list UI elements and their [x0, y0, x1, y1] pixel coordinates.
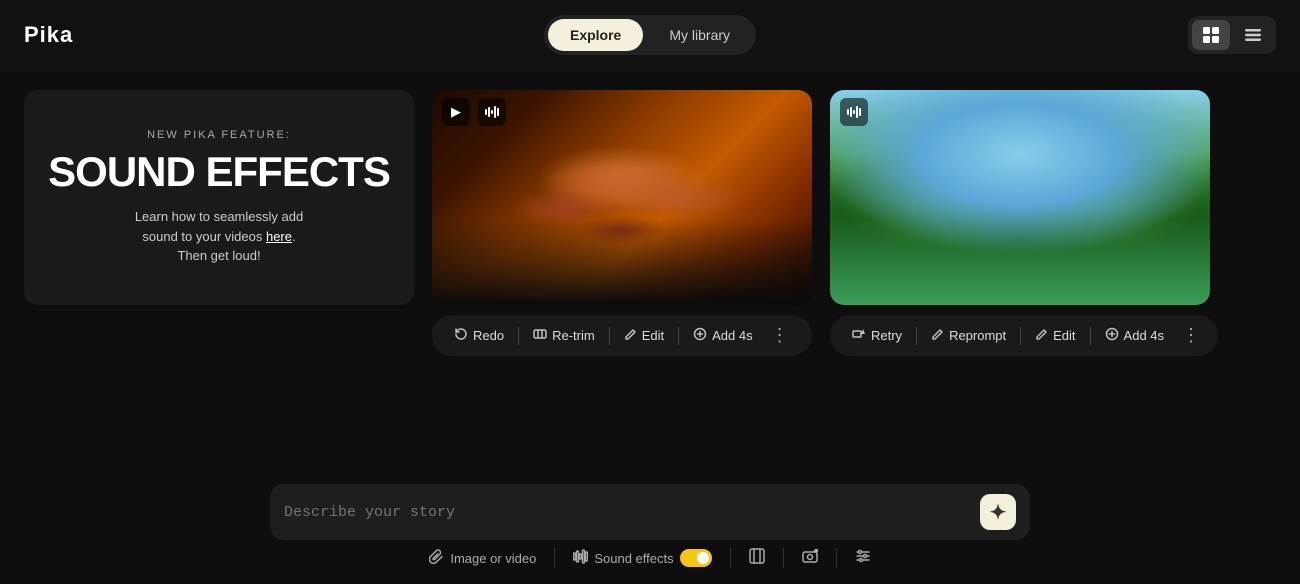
story-input[interactable]	[284, 504, 970, 521]
toolbar-sep3	[783, 548, 784, 568]
add4s-button[interactable]: Add 4s	[683, 321, 762, 350]
toolbar-sep4	[836, 548, 837, 568]
camera-icon	[802, 549, 818, 567]
divider	[1020, 327, 1021, 345]
grid-view-button[interactable]	[1192, 20, 1230, 50]
attach-label: Image or video	[450, 551, 536, 566]
settings-button[interactable]	[855, 549, 871, 567]
bottom-toolbar: Image or video Sound effects	[270, 548, 1030, 568]
content-area: NEW PIKA FEATURE: SOUND EFFECTS Learn ho…	[0, 70, 1300, 366]
reprompt-button[interactable]: Reprompt	[921, 322, 1016, 350]
promo-subtitle: NEW PIKA FEATURE:	[147, 129, 291, 141]
view-toggle-group	[1188, 16, 1276, 54]
video1-more-button[interactable]: ⋮	[765, 321, 795, 350]
header: Pika Explore My library	[0, 0, 1300, 70]
grid-icon	[1202, 26, 1220, 44]
attach-button[interactable]: Image or video	[429, 549, 536, 568]
sliders-icon	[855, 549, 871, 567]
video2-section: Retry Reprompt Edit	[830, 90, 1218, 356]
promo-desc-line4: Then get loud!	[177, 248, 260, 263]
promo-desc-line2: sound to your videos	[142, 229, 262, 244]
video2-more-button[interactable]: ⋮	[1176, 321, 1206, 350]
video2-waveform-icon[interactable]	[840, 98, 868, 126]
redo-button[interactable]: Redo	[444, 321, 514, 350]
generate-button[interactable]: ✦	[980, 494, 1016, 530]
tab-explore[interactable]: Explore	[548, 19, 643, 51]
list-icon	[1244, 26, 1262, 44]
expand-icon	[749, 548, 765, 568]
divider	[916, 327, 917, 345]
video1-icons: ▶	[442, 98, 506, 126]
attach-icon	[429, 549, 444, 568]
reprompt-icon	[931, 328, 944, 344]
video2-edit-button[interactable]: Edit	[1025, 322, 1085, 350]
video2-action-bar: Retry Reprompt Edit	[830, 315, 1218, 356]
sound-effects-button[interactable]: Sound effects	[573, 549, 711, 568]
video2-card[interactable]	[830, 90, 1210, 305]
video1-play-icon[interactable]: ▶	[442, 98, 470, 126]
retrim-icon	[533, 327, 547, 344]
divider	[678, 327, 679, 345]
sound-effects-toggle[interactable]	[680, 549, 712, 567]
divider	[1090, 327, 1091, 345]
video2-icons	[840, 98, 868, 126]
promo-card: NEW PIKA FEATURE: SOUND EFFECTS Learn ho…	[24, 90, 414, 305]
promo-desc: Learn how to seamlessly add sound to you…	[135, 207, 303, 266]
video1-card[interactable]: ▶	[432, 90, 812, 305]
edit-icon	[624, 328, 637, 344]
add4s-icon	[693, 327, 707, 344]
video1-edit-button[interactable]: Edit	[614, 322, 674, 350]
list-view-button[interactable]	[1234, 20, 1272, 50]
promo-here-link[interactable]: here	[266, 229, 292, 244]
retry-icon	[852, 327, 866, 344]
video1-action-bar: Redo Re-trim	[432, 315, 812, 356]
expand-button[interactable]	[749, 548, 765, 568]
divider	[609, 327, 610, 345]
add4s2-icon	[1105, 327, 1119, 344]
tab-my-library[interactable]: My library	[647, 19, 752, 51]
promo-title: SOUND EFFECTS	[48, 151, 390, 193]
nav-tabs: Explore My library	[544, 15, 756, 55]
toolbar-sep1	[554, 548, 555, 568]
redo-icon	[454, 327, 468, 344]
video2-add4s-button[interactable]: Add 4s	[1095, 321, 1174, 350]
promo-desc-line1: Learn how to seamlessly add	[135, 209, 303, 224]
input-wrapper: ✦	[270, 484, 1030, 540]
sound-effects-icon	[573, 549, 588, 568]
retry-button[interactable]: Retry	[842, 321, 912, 350]
video1-section: ▶ Redo	[432, 90, 812, 356]
bottom-bar: ✦ Image or video Sound effects	[0, 472, 1300, 584]
divider	[518, 327, 519, 345]
video1-waveform-icon[interactable]	[478, 98, 506, 126]
retrim-button[interactable]: Re-trim	[523, 321, 605, 350]
camera-button[interactable]	[802, 549, 818, 567]
sound-effects-label: Sound effects	[594, 551, 673, 566]
app-logo: Pika	[24, 22, 73, 48]
toolbar-sep2	[730, 548, 731, 568]
edit2-icon	[1035, 328, 1048, 344]
